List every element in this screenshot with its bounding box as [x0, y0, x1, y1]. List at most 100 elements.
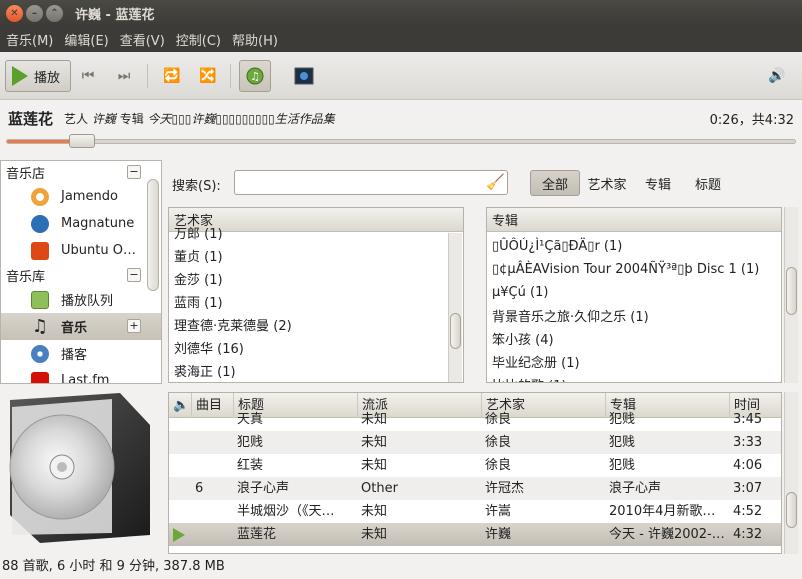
collapse-icon[interactable]: − [127, 165, 141, 179]
music-note-icon: ♫ [31, 316, 49, 337]
minimize-icon[interactable]: – [26, 5, 43, 22]
add-playlist-icon[interactable]: + [127, 319, 141, 333]
album-scrollbar[interactable] [784, 207, 798, 383]
track-cell-artist: 徐良 [485, 412, 512, 427]
album-row[interactable]: 笨小孩 (4) [487, 327, 781, 350]
artist-row[interactable]: 刘德华 (16) [169, 336, 463, 359]
track-cell-num [191, 408, 233, 431]
track-cell-album: 犯贱 [609, 458, 636, 473]
track-row[interactable]: 犯贱 未知 徐良 犯贱 3:33 [169, 431, 781, 454]
menu-view[interactable]: 查看(V) [115, 30, 170, 49]
sidebar-header-library[interactable]: 音乐库 − [1, 264, 161, 286]
sidebar-item-lastfm[interactable]: Last.fm [1, 367, 161, 383]
artist-row[interactable]: 裘海正 (1) [169, 359, 463, 382]
now-playing-info: 蓝莲花 艺人 许巍 专辑 今天▯▯▯许巍▯▯▯▯▯▯▯▯▯生活作品集 0:26，… [0, 100, 802, 134]
music-browser-icon: ♫ [246, 67, 264, 85]
album-row[interactable]: µ¥Çú (1) [487, 281, 781, 304]
clear-search-icon[interactable]: 🧹 [486, 173, 505, 191]
album-row[interactable]: ▯¢µÂÈAVision Tour 2004ÑŸ³ª▯þ Disc 1 (1) [487, 258, 781, 281]
track-cell-num [191, 500, 233, 523]
sidebar-item-magnatune[interactable]: Magnatune [1, 210, 161, 237]
song-details: 艺人 许巍 专辑 今天▯▯▯许巍▯▯▯▯▯▯▯▯▯生活作品集 [64, 110, 335, 127]
shuffle-icon[interactable]: 🔀 [196, 66, 220, 86]
album-row[interactable]: 比比的歌 (1) [487, 373, 781, 382]
sidebar-header-store[interactable]: 音乐店 − [1, 161, 161, 183]
artist-scrollbar[interactable] [448, 233, 462, 382]
toolbar: 播放 ⏮ ⏭ 🔁 🔀 ♫ 🔊 [0, 52, 802, 100]
track-cell-num: 6 [195, 481, 204, 496]
artist-row[interactable]: 理查德·克莱德曼 (2) [169, 313, 463, 336]
play-button[interactable]: 播放 [5, 60, 71, 92]
track-cell-artist: 徐良 [485, 458, 512, 473]
album-row[interactable]: ▯ÛÔÚ¿Ì¹Çã▯ÐÄ▯r (1) [487, 235, 781, 258]
track-cell-album: 今天 - 许巍2002-… [609, 527, 725, 542]
toolbar-separator [147, 64, 148, 88]
menu-help[interactable]: 帮助(H) [227, 30, 283, 49]
album-row[interactable]: 毕业纪念册 (1) [487, 350, 781, 373]
track-cell-time: 4:52 [733, 504, 763, 519]
sidebar-item-podcasts[interactable]: 播客 [1, 340, 161, 367]
track-cell-num [191, 454, 233, 477]
status-bar: 88 首歌, 6 小时 和 9 分钟, 387.8 MB [2, 559, 225, 574]
track-row[interactable]: 天真 未知 徐良 犯贱 3:45 [169, 408, 781, 431]
artist-row[interactable]: 万郎 (1) [169, 221, 463, 244]
filter-title-button[interactable]: 标题 [690, 170, 726, 196]
filter-artist-button[interactable]: 艺术家 [584, 170, 630, 196]
collapse-icon[interactable]: − [127, 268, 141, 282]
track-cell-title: 半城烟沙（《天… [237, 504, 335, 519]
sidebar-item-ubuntu-one[interactable]: Ubuntu O… [1, 237, 161, 264]
track-cell-genre: 未知 [361, 435, 388, 450]
track-cell-title: 红装 [237, 458, 264, 473]
artist-scroll-thumb[interactable] [450, 313, 461, 349]
window-title: 许巍 - 蓝莲花 [75, 8, 155, 23]
track-row[interactable]: 蓝莲花 未知 许巍 今天 - 许巍2002-… 4:32 [169, 523, 781, 546]
browse-toggle-button[interactable]: ♫ [239, 60, 271, 92]
track-cell-title: 天真 [237, 412, 264, 427]
seek-bar[interactable] [6, 134, 796, 148]
sidebar-item-play-queue[interactable]: 播放队列 [1, 286, 161, 313]
source-sidebar: 音乐店 − Jamendo Magnatune Ubuntu O… 音乐库 − … [0, 160, 162, 384]
track-cell-artist: 许嵩 [485, 504, 512, 519]
maximize-icon[interactable]: ⌃ [46, 5, 63, 22]
track-cell-genre: 未知 [361, 458, 388, 473]
previous-icon[interactable]: ⏮ [76, 66, 100, 86]
lastfm-icon [31, 372, 49, 383]
filter-all-button[interactable]: 全部 [530, 170, 580, 196]
album-art [0, 385, 162, 555]
track-scroll-thumb[interactable] [786, 492, 797, 528]
artist-row[interactable]: 蓝雨 (1) [169, 290, 463, 313]
search-input[interactable] [234, 170, 508, 195]
artist-row[interactable]: 金莎 (1) [169, 267, 463, 290]
track-cell-genre: 未知 [361, 412, 388, 427]
track-row[interactable]: 6 浪子心声 Other 许冠杰 浪子心声 3:07 [169, 477, 781, 500]
track-cell-time: 4:32 [733, 527, 763, 542]
sidebar-item-jamendo[interactable]: Jamendo [1, 183, 161, 210]
track-cell-artist: 许巍 [485, 527, 512, 542]
seek-handle[interactable] [68, 134, 95, 148]
song-title: 蓝莲花 [8, 110, 54, 128]
album-column-header[interactable]: 专辑 [487, 208, 781, 232]
album-scroll-thumb[interactable] [786, 267, 797, 315]
visualization-icon[interactable] [292, 66, 316, 86]
track-row[interactable]: 半城烟沙（《天… 未知 许嵩 2010年4月新歌… 4:52 [169, 500, 781, 523]
track-row[interactable]: 红装 未知 徐良 犯贱 4:06 [169, 454, 781, 477]
artist-row[interactable]: 董贞 (1) [169, 244, 463, 267]
menu-edit[interactable]: 编辑(E) [59, 30, 113, 49]
sidebar-item-music[interactable]: ♫ 音乐 + [1, 313, 161, 340]
track-list: 🔈 曲目 标题 流派 艺术家 专辑 时间 天真 未知 徐良 犯贱 3:45 犯贱 未知 徐良犯… [168, 392, 782, 554]
volume-icon[interactable]: 🔊 [765, 66, 789, 86]
album-browser: 专辑 ▯ÛÔÚ¿Ì¹Çã▯ÐÄ▯r (1) ▯¢µÂÈAVision Tour … [486, 207, 782, 383]
album-row[interactable]: 背景音乐之旅·久仰之乐 (1) [487, 304, 781, 327]
jamendo-icon [31, 188, 49, 206]
close-icon[interactable]: ✕ [6, 5, 23, 22]
filter-album-button[interactable]: 专辑 [640, 170, 676, 196]
track-cell-time: 3:07 [733, 481, 763, 496]
sidebar-scrollbar[interactable] [147, 179, 159, 291]
title-bar: ✕ – ⌃ 许巍 - 蓝莲花 [0, 0, 802, 27]
magnatune-icon [31, 215, 49, 233]
next-icon[interactable]: ⏭ [112, 66, 136, 86]
track-scrollbar[interactable] [784, 392, 798, 554]
menu-music[interactable]: 音乐(M) [1, 30, 58, 49]
menu-control[interactable]: 控制(C) [171, 30, 226, 49]
repeat-icon[interactable]: 🔁 [160, 66, 184, 86]
